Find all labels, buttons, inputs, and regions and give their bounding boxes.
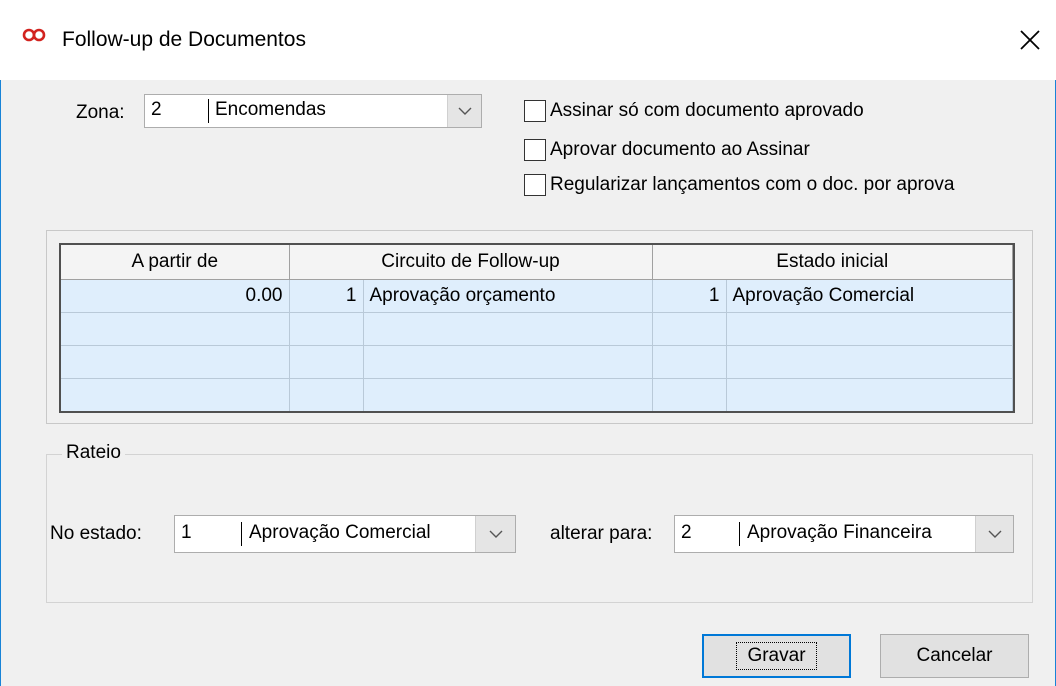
option-sign-approved-checkbox[interactable]: Assinar só com documento aprovado bbox=[524, 100, 864, 122]
close-icon bbox=[1020, 30, 1040, 50]
save-button[interactable]: Gravar bbox=[702, 634, 851, 678]
empty-cell[interactable] bbox=[289, 378, 364, 411]
cell-state[interactable]: Aprovação Comercial bbox=[726, 279, 1013, 313]
cell-circuit-code[interactable]: 1 bbox=[289, 279, 364, 313]
cell-from[interactable]: 0.00 bbox=[61, 279, 290, 313]
checkbox-box[interactable] bbox=[524, 139, 546, 161]
zona-separator bbox=[208, 99, 209, 123]
window-border-left bbox=[0, 0, 1, 686]
empty-cell[interactable] bbox=[289, 312, 364, 346]
empty-cell[interactable] bbox=[652, 312, 727, 346]
empty-cell[interactable] bbox=[726, 378, 1013, 411]
from-state-dropdown-button[interactable] bbox=[475, 516, 515, 552]
close-button[interactable] bbox=[1010, 20, 1050, 60]
from-state-code: 1 bbox=[181, 522, 192, 543]
to-state-label: alterar para: bbox=[550, 523, 653, 544]
follow-up-grid[interactable]: A partir de Circuito de Follow-up Estado… bbox=[59, 243, 1015, 413]
from-state-select[interactable]: 1 Aprovação Comercial bbox=[174, 515, 516, 553]
cancel-button-label: Cancelar bbox=[916, 645, 993, 666]
empty-cell[interactable] bbox=[652, 345, 727, 379]
chevron-down-icon bbox=[988, 530, 1001, 538]
window-title: Follow-up de Documentos bbox=[62, 28, 306, 51]
zona-value: Encomendas bbox=[215, 99, 326, 120]
cancel-button[interactable]: Cancelar bbox=[880, 634, 1029, 678]
option-approve-on-sign-label: Aprovar documento ao Assinar bbox=[550, 139, 810, 160]
empty-cell[interactable] bbox=[61, 378, 290, 411]
empty-cell[interactable] bbox=[363, 312, 653, 346]
column-header-state[interactable]: Estado inicial bbox=[652, 245, 1013, 280]
to-state-code: 2 bbox=[681, 522, 692, 543]
empty-cell[interactable] bbox=[726, 345, 1013, 379]
empty-cell[interactable] bbox=[363, 345, 653, 379]
zona-code: 2 bbox=[151, 99, 162, 120]
chevron-down-icon bbox=[458, 107, 471, 115]
table-row[interactable]: 0.00 1 Aprovação orçamento 1 Aprovação C… bbox=[61, 279, 1013, 313]
from-state-value: Aprovação Comercial bbox=[249, 522, 431, 543]
empty-cell[interactable] bbox=[652, 378, 727, 411]
cell-circuit[interactable]: Aprovação orçamento bbox=[363, 279, 653, 313]
option-regularize-label: Regularizar lançamentos com o doc. por a… bbox=[550, 174, 955, 195]
empty-cell[interactable] bbox=[61, 312, 290, 346]
table-row[interactable] bbox=[61, 378, 1013, 411]
column-header-circuit[interactable]: Circuito de Follow-up bbox=[289, 245, 653, 280]
empty-cell[interactable] bbox=[289, 345, 364, 379]
zona-label: Zona: bbox=[76, 102, 125, 123]
zona-dropdown-button[interactable] bbox=[447, 95, 481, 127]
option-regularize-checkbox[interactable]: Regularizar lançamentos com o doc. por a… bbox=[524, 174, 954, 196]
to-state-separator bbox=[739, 522, 740, 546]
option-sign-approved-label: Assinar só com documento aprovado bbox=[550, 100, 864, 121]
rateio-title: Rateio bbox=[62, 442, 125, 464]
from-state-label: No estado: bbox=[50, 523, 142, 544]
to-state-select[interactable]: 2 Aprovação Financeira bbox=[674, 515, 1014, 553]
to-state-value: Aprovação Financeira bbox=[747, 522, 932, 543]
from-state-separator bbox=[241, 522, 242, 546]
option-approve-on-sign-checkbox[interactable]: Aprovar documento ao Assinar bbox=[524, 139, 810, 161]
column-header-from[interactable]: A partir de bbox=[61, 245, 290, 280]
follow-up-table: A partir de Circuito de Follow-up Estado… bbox=[61, 245, 1013, 411]
empty-cell[interactable] bbox=[363, 378, 653, 411]
save-button-label: Gravar bbox=[736, 642, 817, 670]
table-row[interactable] bbox=[61, 312, 1013, 346]
checkbox-box[interactable] bbox=[524, 174, 546, 196]
empty-cell[interactable] bbox=[61, 345, 290, 379]
table-header-row: A partir de Circuito de Follow-up Estado… bbox=[61, 245, 1013, 280]
infinity-icon bbox=[22, 26, 46, 44]
to-state-dropdown-button[interactable] bbox=[975, 516, 1013, 552]
checkbox-box[interactable] bbox=[524, 100, 546, 122]
cell-state-code[interactable]: 1 bbox=[652, 279, 727, 313]
title-bar[interactable]: Follow-up de Documentos bbox=[0, 0, 1056, 80]
empty-cell[interactable] bbox=[726, 312, 1013, 346]
dialog-window: Follow-up de Documentos Zona: 2 Encomend… bbox=[0, 0, 1056, 686]
zona-select[interactable]: 2 Encomendas bbox=[144, 94, 482, 128]
table-row[interactable] bbox=[61, 345, 1013, 379]
chevron-down-icon bbox=[489, 530, 502, 538]
